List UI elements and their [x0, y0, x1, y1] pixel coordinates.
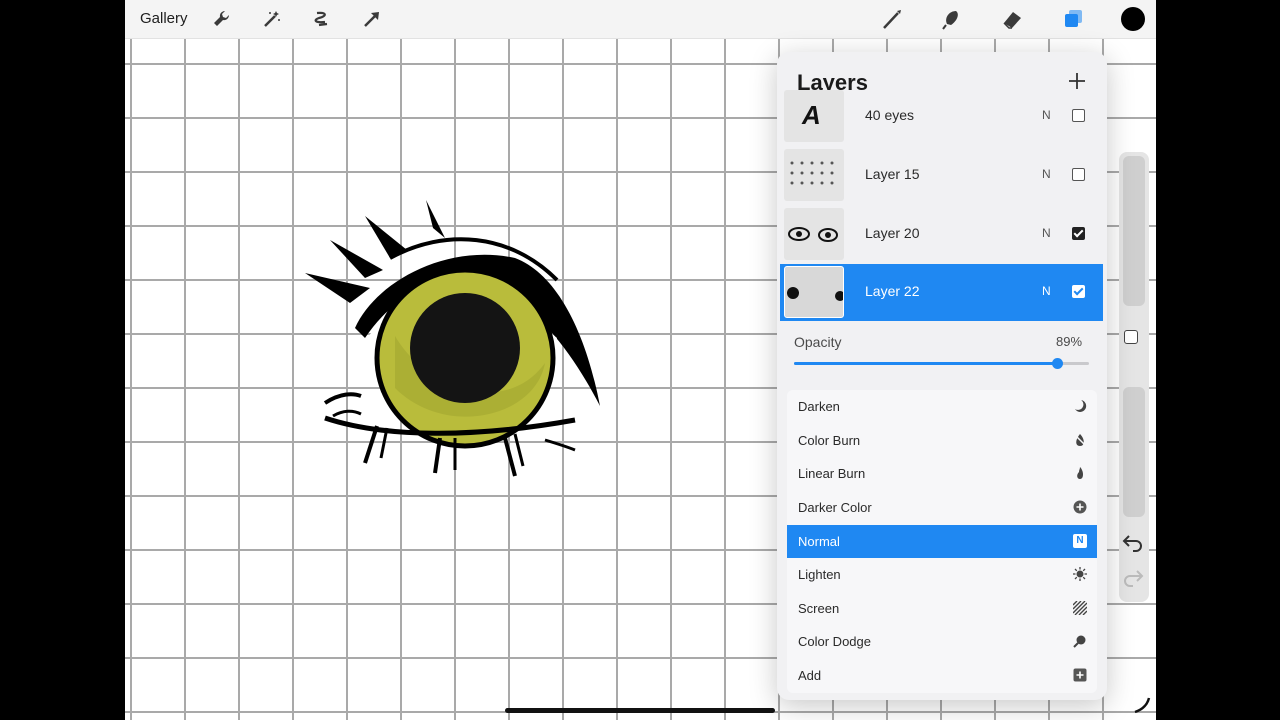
normal-badge-letter: N: [1076, 535, 1084, 546]
selection-icon[interactable]: [311, 8, 333, 30]
flame-icon: [1073, 433, 1087, 447]
layer-visibility-checkbox[interactable]: [1072, 227, 1085, 240]
transform-arrow-icon[interactable]: [361, 8, 383, 30]
opacity-slider[interactable]: [794, 358, 1089, 369]
blend-mode-label: Color Dodge: [798, 634, 871, 649]
brush-icon[interactable]: [881, 8, 903, 30]
layer-visibility-checkbox[interactable]: [1072, 168, 1085, 181]
layer-visibility-checkbox[interactable]: [1072, 285, 1085, 298]
blend-mode-label: Add: [798, 668, 822, 683]
layers-icon[interactable]: [1062, 8, 1084, 30]
blend-mode-label: Normal: [798, 534, 840, 549]
blend-mode-darker-color[interactable]: Darker Color: [787, 491, 1097, 524]
blend-mode-normal[interactable]: Normal N: [787, 525, 1097, 558]
eraser-icon[interactable]: [1001, 8, 1023, 30]
fire-icon: [1073, 466, 1087, 480]
normal-n-icon: N: [1073, 534, 1087, 548]
brush-opacity-slider[interactable]: [1123, 387, 1145, 517]
blend-mode-color-burn[interactable]: Color Burn: [787, 424, 1097, 457]
hatch-icon: [1073, 601, 1087, 615]
layer-thumbnail: [784, 149, 844, 201]
layer-blend-mode[interactable]: N: [1042, 167, 1051, 181]
top-toolbar: Gallery: [125, 0, 1156, 39]
layer-thumbnail: [784, 208, 844, 260]
undo-icon[interactable]: [1121, 532, 1145, 552]
magic-wand-icon[interactable]: [261, 8, 283, 30]
redo-icon[interactable]: [1121, 567, 1145, 587]
layer-blend-mode[interactable]: N: [1042, 226, 1051, 240]
blend-mode-label: Darker Color: [798, 500, 872, 515]
plus-circle-icon: [1073, 500, 1087, 514]
layer-row-layer-20[interactable]: Layer 20 N: [780, 206, 1103, 262]
blend-mode-darken[interactable]: Darken: [787, 390, 1097, 423]
brush-size-slider[interactable]: [1123, 156, 1145, 306]
home-indicator: [505, 708, 775, 713]
modify-square-icon[interactable]: [1124, 330, 1138, 344]
layer-thumbnail: [784, 266, 844, 318]
blend-mode-label: Screen: [798, 601, 840, 616]
blend-mode-linear-burn[interactable]: Linear Burn: [787, 457, 1097, 490]
layers-panel: Layers A 40 eyes N Layer 15 N Layer 20 N…: [777, 52, 1107, 700]
layer-row-40-eyes[interactable]: A 40 eyes N: [780, 88, 1103, 144]
blend-mode-label: Color Burn: [798, 433, 861, 448]
blend-mode-label: Lighten: [798, 567, 841, 582]
procreate-screen: Gallery Layers A 40 eyes N Layer 15 N La…: [125, 0, 1156, 720]
layer-thumbnail: A: [784, 90, 844, 142]
eye-drawing: [305, 200, 600, 477]
opacity-slider-knob[interactable]: [1051, 358, 1063, 369]
layer-name: Layer 22: [865, 283, 920, 299]
layer-blend-mode[interactable]: N: [1042, 284, 1051, 298]
wrench-icon[interactable]: [211, 8, 233, 30]
layer-blend-mode[interactable]: N: [1042, 108, 1051, 122]
dodge-icon: [1073, 634, 1087, 648]
layer-name: Layer 15: [865, 166, 920, 182]
plus-square-icon: [1073, 668, 1087, 682]
sun-icon: [1073, 567, 1087, 581]
left-sidebar: [1119, 152, 1149, 602]
layer-row-layer-15[interactable]: Layer 15 N: [780, 147, 1103, 203]
layer-name: Layer 20: [865, 225, 920, 241]
blend-mode-color-dodge[interactable]: Color Dodge: [787, 625, 1097, 658]
layer-name: 40 eyes: [865, 107, 915, 123]
blend-mode-lighten[interactable]: Lighten: [787, 558, 1097, 591]
pupil: [410, 293, 520, 403]
opacity-value: 89%: [1056, 334, 1083, 349]
blend-mode-label: Linear Burn: [798, 466, 866, 481]
smudge-icon[interactable]: [941, 8, 963, 30]
opacity-slider-fill: [794, 362, 1057, 365]
layer-row-layer-22[interactable]: Layer 22 N: [780, 264, 1103, 321]
blend-mode-list: Darken Color Burn Linear Burn Darker Col…: [787, 390, 1097, 693]
layer-visibility-checkbox[interactable]: [1072, 109, 1085, 122]
quickshape-icon: [1134, 697, 1151, 714]
color-picker-swatch[interactable]: [1121, 7, 1145, 31]
opacity-label: Opacity: [794, 334, 842, 350]
gallery-button[interactable]: Gallery: [140, 10, 188, 27]
moon-icon: [1073, 399, 1087, 413]
blend-mode-screen[interactable]: Screen: [787, 592, 1097, 625]
blend-mode-add[interactable]: Add: [787, 659, 1097, 692]
blend-mode-label: Darken: [798, 399, 840, 414]
